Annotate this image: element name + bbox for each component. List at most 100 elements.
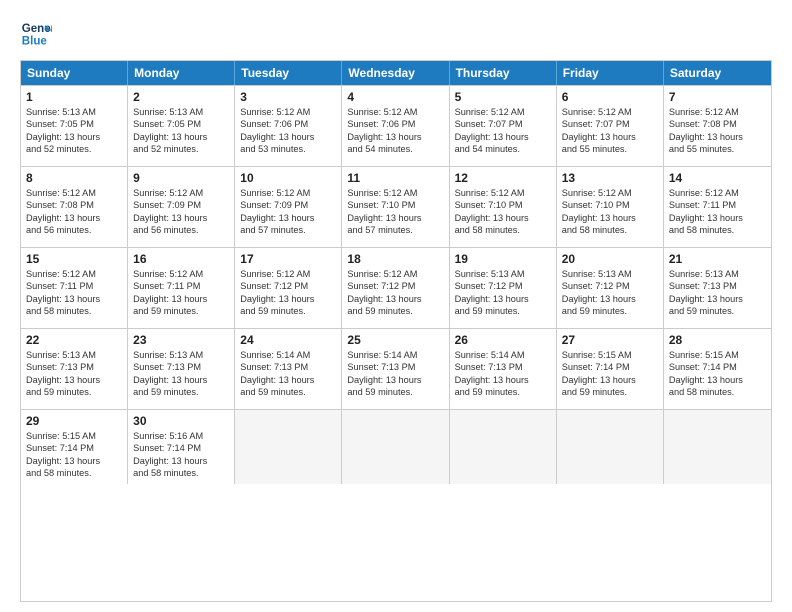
- calendar-cell: [450, 410, 557, 484]
- calendar-cell: 6Sunrise: 5:12 AMSunset: 7:07 PMDaylight…: [557, 86, 664, 166]
- cell-line: Daylight: 13 hours: [133, 131, 229, 143]
- day-number: 24: [240, 333, 336, 347]
- calendar-cell: [342, 410, 449, 484]
- cell-line: Sunset: 7:11 PM: [669, 199, 766, 211]
- day-number: 4: [347, 90, 443, 104]
- cell-line: Sunrise: 5:12 AM: [347, 187, 443, 199]
- day-number: 19: [455, 252, 551, 266]
- cell-line: Sunset: 7:08 PM: [669, 118, 766, 130]
- cell-line: Sunset: 7:10 PM: [562, 199, 658, 211]
- cell-line: and 59 minutes.: [26, 386, 122, 398]
- cell-line: Daylight: 13 hours: [562, 131, 658, 143]
- day-number: 15: [26, 252, 122, 266]
- logo-icon: General Blue: [20, 18, 52, 50]
- day-number: 11: [347, 171, 443, 185]
- calendar-cell: 26Sunrise: 5:14 AMSunset: 7:13 PMDayligh…: [450, 329, 557, 409]
- day-number: 16: [133, 252, 229, 266]
- cell-line: Daylight: 13 hours: [347, 374, 443, 386]
- cell-line: and 53 minutes.: [240, 143, 336, 155]
- calendar-cell: [235, 410, 342, 484]
- day-number: 29: [26, 414, 122, 428]
- day-number: 2: [133, 90, 229, 104]
- cell-line: Daylight: 13 hours: [26, 293, 122, 305]
- cell-line: Daylight: 13 hours: [455, 131, 551, 143]
- calendar-cell: 28 Sunrise: 5:15 AMSunset: 7:14 PMDayligh…: [664, 329, 771, 409]
- cell-line: Sunrise: 5:15 AM: [669, 349, 766, 361]
- cell-line: Sunrise: 5:12 AM: [562, 187, 658, 199]
- cell-line: Sunset: 7:09 PM: [133, 199, 229, 211]
- day-number: 26: [455, 333, 551, 347]
- cell-line: Sunrise: 5:13 AM: [562, 268, 658, 280]
- cell-line: Daylight: 13 hours: [562, 212, 658, 224]
- cell-line: Sunrise: 5:12 AM: [26, 268, 122, 280]
- cell-line: Daylight: 13 hours: [455, 293, 551, 305]
- calendar-cell: 22Sunrise: 5:13 AMSunset: 7:13 PMDayligh…: [21, 329, 128, 409]
- calendar-cell: 18Sunrise: 5:12 AMSunset: 7:12 PMDayligh…: [342, 248, 449, 328]
- day-number: 28: [669, 333, 766, 347]
- calendar-row: 15Sunrise: 5:12 AMSunset: 7:11 PMDayligh…: [21, 247, 771, 328]
- calendar-cell: 4Sunrise: 5:12 AMSunset: 7:06 PMDaylight…: [342, 86, 449, 166]
- day-number: 14: [669, 171, 766, 185]
- cell-line: and 54 minutes.: [347, 143, 443, 155]
- calendar-cell: 14Sunrise: 5:12 AMSunset: 7:11 PMDayligh…: [664, 167, 771, 247]
- cell-line: Sunset: 7:12 PM: [455, 280, 551, 292]
- cell-line: Daylight: 13 hours: [133, 293, 229, 305]
- calendar-cell: 8Sunrise: 5:12 AMSunset: 7:08 PMDaylight…: [21, 167, 128, 247]
- calendar-cell: 29Sunrise: 5:15 AMSunset: 7:14 PMDayligh…: [21, 410, 128, 484]
- cell-line: and 59 minutes.: [347, 305, 443, 317]
- day-number: 10: [240, 171, 336, 185]
- cell-line: and 59 minutes.: [240, 386, 336, 398]
- cell-line: Sunset: 7:13 PM: [455, 361, 551, 373]
- calendar-cell: 11Sunrise: 5:12 AMSunset: 7:10 PMDayligh…: [342, 167, 449, 247]
- header: General Blue: [20, 18, 772, 50]
- day-number: 9: [133, 171, 229, 185]
- calendar-cell: 30Sunrise: 5:16 AMSunset: 7:14 PMDayligh…: [128, 410, 235, 484]
- cell-line: and 58 minutes.: [669, 386, 766, 398]
- calendar-cell: 10Sunrise: 5:12 AMSunset: 7:09 PMDayligh…: [235, 167, 342, 247]
- day-number: 6: [562, 90, 658, 104]
- cell-line: Sunset: 7:14 PM: [562, 361, 658, 373]
- calendar-header-cell: Tuesday: [235, 61, 342, 85]
- calendar-header-cell: Thursday: [450, 61, 557, 85]
- cell-line: Daylight: 13 hours: [562, 293, 658, 305]
- cell-line: Daylight: 13 hours: [562, 374, 658, 386]
- calendar-cell: 3Sunrise: 5:12 AMSunset: 7:06 PMDaylight…: [235, 86, 342, 166]
- cell-line: Sunrise: 5:13 AM: [133, 106, 229, 118]
- day-number: 22: [26, 333, 122, 347]
- cell-line: and 56 minutes.: [26, 224, 122, 236]
- cell-line: and 54 minutes.: [455, 143, 551, 155]
- cell-line: Sunrise: 5:12 AM: [133, 187, 229, 199]
- day-number: 18: [347, 252, 443, 266]
- day-number: 5: [455, 90, 551, 104]
- calendar-cell: [557, 410, 664, 484]
- cell-line: Sunrise: 5:13 AM: [669, 268, 766, 280]
- cell-line: Sunset: 7:06 PM: [347, 118, 443, 130]
- calendar-body: 1Sunrise: 5:13 AMSunset: 7:05 PMDaylight…: [21, 85, 771, 484]
- calendar-header: SundayMondayTuesdayWednesdayThursdayFrid…: [21, 61, 771, 85]
- cell-line: Sunrise: 5:16 AM: [133, 430, 229, 442]
- cell-line: Daylight: 13 hours: [240, 293, 336, 305]
- cell-line: Sunrise: 5:15 AM: [26, 430, 122, 442]
- cell-line: Sunrise: 5:12 AM: [240, 106, 336, 118]
- day-number: 21: [669, 252, 766, 266]
- day-number: 13: [562, 171, 658, 185]
- cell-line: Sunrise: 5:12 AM: [26, 187, 122, 199]
- cell-line: and 58 minutes.: [455, 224, 551, 236]
- calendar-header-cell: Sunday: [21, 61, 128, 85]
- day-number: 17: [240, 252, 336, 266]
- calendar-cell: 27Sunrise: 5:15 AMSunset: 7:14 PMDayligh…: [557, 329, 664, 409]
- cell-line: and 55 minutes.: [562, 143, 658, 155]
- cell-line: Sunset: 7:10 PM: [455, 199, 551, 211]
- calendar-cell: 12Sunrise: 5:12 AMSunset: 7:10 PMDayligh…: [450, 167, 557, 247]
- cell-line: Sunset: 7:14 PM: [669, 361, 766, 373]
- cell-line: Sunset: 7:05 PM: [133, 118, 229, 130]
- cell-line: Daylight: 13 hours: [669, 374, 766, 386]
- cell-line: Daylight: 13 hours: [669, 212, 766, 224]
- cell-line: Sunrise: 5:12 AM: [240, 268, 336, 280]
- cell-line: Daylight: 13 hours: [347, 131, 443, 143]
- cell-line: and 57 minutes.: [240, 224, 336, 236]
- cell-line: and 59 minutes.: [455, 386, 551, 398]
- cell-line: and 59 minutes.: [669, 305, 766, 317]
- calendar-cell: 25Sunrise: 5:14 AMSunset: 7:13 PMDayligh…: [342, 329, 449, 409]
- svg-text:Blue: Blue: [22, 36, 48, 48]
